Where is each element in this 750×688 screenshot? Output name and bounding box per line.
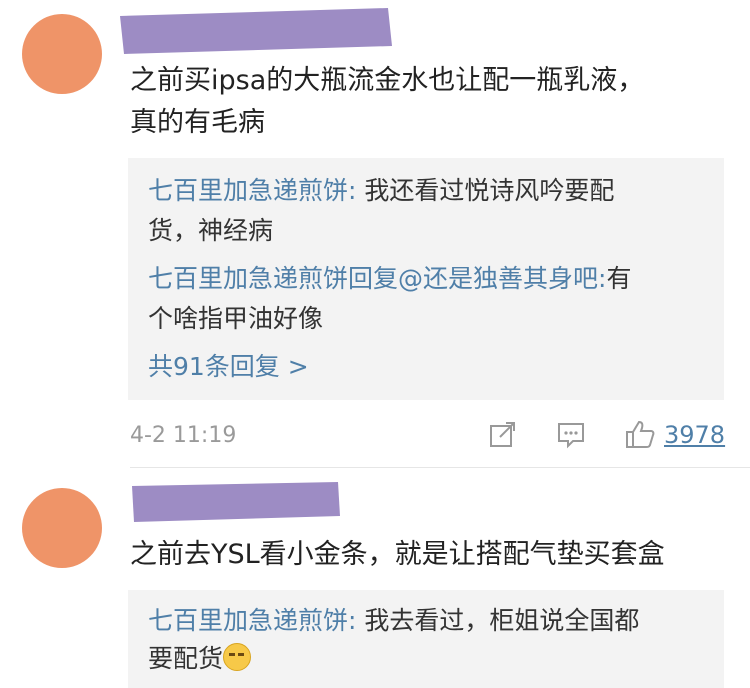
repost-icon[interactable]	[488, 420, 518, 450]
reply-item[interactable]: 七百里加急递煎饼: 我还看过悦诗风吟要配	[148, 172, 714, 210]
comment-line: 之前去YSL看小金条，就是让搭配气垫买套盒	[130, 539, 665, 570]
like-count[interactable]: 3978	[664, 421, 725, 449]
reply-username[interactable]: 七百里加急递煎饼	[148, 606, 348, 635]
timestamp: 4-2 11:19	[130, 423, 237, 448]
reply-item[interactable]: 七百里加急递煎饼回复@还是独善其身吧:有	[148, 260, 714, 298]
reply-username[interactable]: 七百里加急递煎饼	[148, 176, 348, 205]
reply-text-cont: 货，神经病	[148, 216, 274, 245]
reply-separator: :	[348, 176, 365, 205]
divider	[130, 467, 750, 468]
reply-text: 要配货	[148, 644, 224, 673]
reply-username[interactable]: 七百里加急递煎饼	[148, 264, 348, 293]
avatar[interactable]	[22, 488, 102, 568]
comment-line: 真的有毛病	[130, 107, 265, 138]
avatar[interactable]	[22, 14, 102, 94]
reply-text-cont: 个啥指甲油好像	[148, 304, 324, 333]
reply-text: 有	[606, 264, 632, 293]
reply-mention[interactable]: 回复@还是独善其身吧:	[348, 264, 606, 293]
reply-text: 我去看过，柜姐说全国都	[364, 606, 640, 635]
redacted-username	[132, 482, 340, 522]
reply-text: 我还看过悦诗风吟要配	[364, 176, 615, 205]
reply-item[interactable]: 七百里加急递煎饼: 我去看过，柜姐说全国都	[148, 602, 714, 640]
comment-line: 之前买ipsa的大瓶流金水也让配一瓶乳液，	[130, 65, 645, 96]
reply-box[interactable]: 七百里加急递煎饼: 我去看过，柜姐说全国都 要配货	[128, 590, 724, 688]
comment-icon[interactable]	[556, 420, 586, 450]
reply-box[interactable]: 七百里加急递煎饼: 我还看过悦诗风吟要配 货，神经病 七百里加急递煎饼回复@还是…	[128, 158, 724, 400]
like-icon[interactable]	[624, 418, 656, 450]
reply-text-cont: 要配货	[148, 640, 714, 678]
smirk-emoji-icon	[223, 643, 252, 671]
redacted-username	[120, 8, 392, 54]
comment-text: 之前去YSL看小金条，就是让搭配气垫买套盒	[130, 534, 665, 576]
more-replies-link[interactable]: 共91条回复 >	[148, 348, 714, 386]
comment-text: 之前买ipsa的大瓶流金水也让配一瓶乳液， 真的有毛病	[130, 60, 644, 144]
reply-separator: :	[348, 606, 365, 635]
